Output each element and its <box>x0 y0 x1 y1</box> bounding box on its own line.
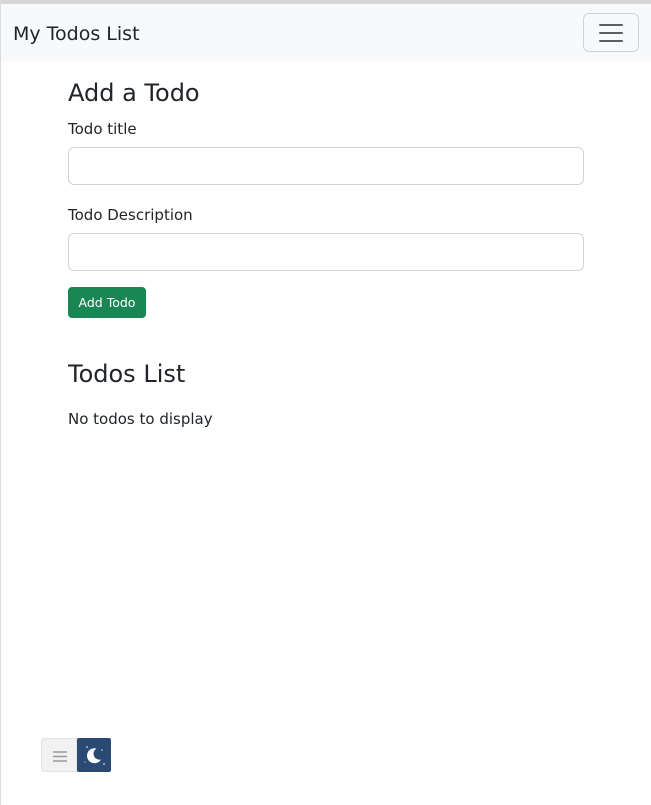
navbar: My Todos List <box>1 4 651 61</box>
todo-description-input[interactable] <box>68 233 584 271</box>
widget-menu-button[interactable] <box>41 738 77 772</box>
todo-description-label: Todo Description <box>68 206 193 224</box>
menu-lines-icon <box>53 751 67 762</box>
todo-title-input[interactable] <box>68 147 584 185</box>
hamburger-menu-icon <box>599 23 623 42</box>
app-frame: My Todos List Add a Todo Todo title Todo… <box>0 0 651 805</box>
add-todo-button[interactable]: Add Todo <box>68 287 146 318</box>
todos-list-heading: Todos List <box>68 360 186 388</box>
navbar-toggler-button[interactable] <box>583 13 639 52</box>
theme-toggle-button[interactable] <box>77 738 111 772</box>
navbar-brand[interactable]: My Todos List <box>13 21 140 47</box>
todo-title-label: Todo title <box>68 120 137 138</box>
empty-todos-message: No todos to display <box>68 410 213 428</box>
moon-stars-icon <box>84 746 105 765</box>
add-todo-heading: Add a Todo <box>68 79 200 107</box>
